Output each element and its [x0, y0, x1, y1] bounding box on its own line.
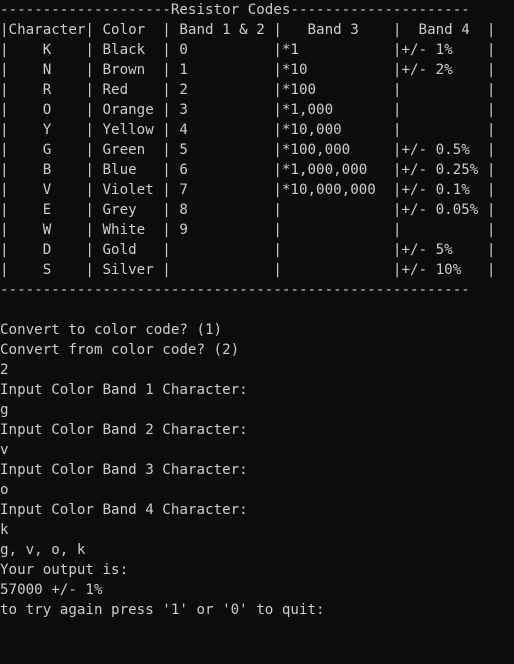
menu-option-from-color-code: Convert from color code? (2)	[0, 342, 240, 358]
table-row: | N | Brown | 1 |*10 |+/- 2% |	[0, 62, 496, 78]
output-value: 57000 +/- 1%	[0, 582, 103, 598]
table-top-border: --------------------Resistor Codes------…	[0, 2, 470, 18]
user-input-line: o	[0, 482, 9, 498]
user-input-line: v	[0, 442, 9, 458]
table-row: | B | Blue | 6 |*1,000,000 |+/- 0.25% |	[0, 162, 496, 178]
table-row: | O | Orange | 3 |*1,000 | |	[0, 102, 496, 118]
output-label: Your output is:	[0, 562, 129, 578]
table-row: | R | Red | 2 |*100 | |	[0, 82, 496, 98]
table-row: | V | Violet | 7 |*10,000,000 |+/- 0.1% …	[0, 182, 496, 198]
prompt-band-2: Input Color Band 2 Character:	[0, 422, 248, 438]
table-row: | K | Black | 0 |*1 |+/- 1% |	[0, 42, 496, 58]
prompt-band-4: Input Color Band 4 Character:	[0, 502, 248, 518]
table-bottom-border: ----------------------------------------…	[0, 282, 470, 298]
table-row: | E | Grey | 8 | |+/- 0.05% |	[0, 202, 496, 218]
table-row: | G | Green | 5 |*100,000 |+/- 0.5% |	[0, 142, 496, 158]
user-input-line: 2	[0, 362, 9, 378]
prompt-band-3: Input Color Band 3 Character:	[0, 462, 248, 478]
table-header-row: |Character| Color | Band 1 & 2 | Band 3 …	[0, 22, 496, 38]
echo-input-summary: g, v, o, k	[0, 542, 86, 558]
table-row: | W | White | 9 | | |	[0, 222, 496, 238]
console-window[interactable]: --------------------Resistor Codes------…	[0, 0, 514, 664]
table-row: | S | Silver | | |+/- 10% |	[0, 262, 496, 278]
user-input-line: k	[0, 522, 9, 538]
user-input-line: g	[0, 402, 9, 418]
retry-prompt[interactable]: to try again press '1' or '0' to quit:	[0, 600, 514, 620]
table-row: | D | Gold | | |+/- 5% |	[0, 242, 496, 258]
table-row: | Y | Yellow | 4 |*10,000 | |	[0, 122, 496, 138]
prompt-band-1: Input Color Band 1 Character:	[0, 382, 248, 398]
menu-option-to-color-code: Convert to color code? (1)	[0, 322, 223, 338]
